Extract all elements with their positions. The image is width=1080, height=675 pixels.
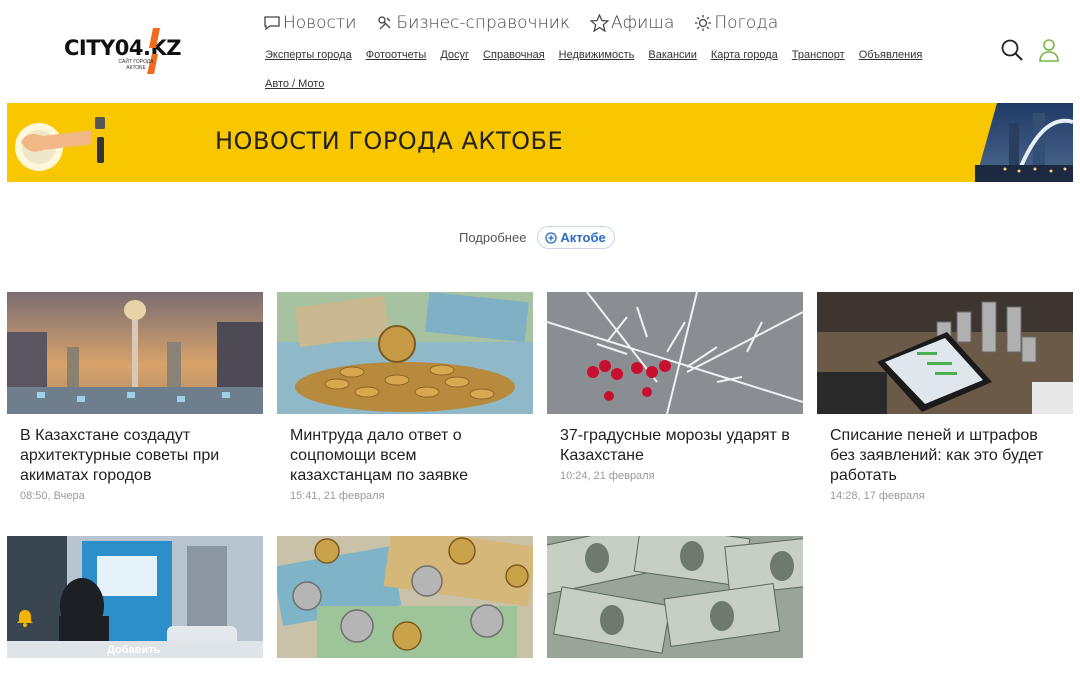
- star-icon: [590, 14, 610, 32]
- subnav-real-estate[interactable]: Недвижимость: [559, 48, 635, 63]
- terminal-photo: [7, 536, 263, 658]
- bell-icon[interactable]: [15, 608, 35, 628]
- news-date: 15:41, 21 февраля: [290, 490, 385, 502]
- nav-business[interactable]: Бизнес-справочник: [376, 13, 570, 33]
- filter-row: Подробнее Актобе: [459, 226, 615, 249]
- news-card[interactable]: Добавить: [7, 536, 263, 658]
- sun-icon: [695, 15, 712, 31]
- nav-news[interactable]: Новости: [263, 13, 356, 33]
- nav-afisha[interactable]: Афиша: [590, 13, 674, 33]
- plus-circle-icon: [545, 231, 558, 244]
- logo-subtitle: сайт города актобе: [118, 59, 154, 71]
- logo-text: CITY04.KZ: [64, 36, 181, 60]
- news-title[interactable]: 37-градусные морозы ударят в Казахстане: [560, 426, 790, 466]
- chat-bubble-icon: [264, 16, 280, 31]
- news-thumb-phone[interactable]: [817, 292, 1073, 414]
- news-card[interactable]: В Казахстане создадут архитектурные сове…: [7, 292, 263, 502]
- banner-title: НОВОСТИ ГОРОДА АКТОБЕ: [215, 127, 564, 155]
- news-title[interactable]: Списание пеней и штрафов без заявлений: …: [830, 426, 1060, 486]
- news-card[interactable]: [277, 536, 533, 658]
- news-title[interactable]: Минтруда дало ответ о соцпомощи всем каз…: [290, 426, 520, 486]
- news-title[interactable]: В Казахстане создадут архитектурные сове…: [20, 426, 250, 486]
- hand-microphone-icon: [15, 117, 113, 171]
- business-icon: [378, 16, 391, 30]
- sub-nav: Эксперты города Фотоотчеты Досуг Справочная…: [265, 45, 965, 103]
- news-card[interactable]: [547, 536, 803, 658]
- nav-afisha-label: Афиша: [611, 13, 675, 33]
- news-card[interactable]: Списание пеней и штрафов без заявлений: …: [817, 292, 1073, 502]
- banknotes-coins-photo: [277, 536, 533, 658]
- dollars-photo: [547, 536, 803, 658]
- news-thumb-frost[interactable]: [547, 292, 803, 414]
- more-label: Подробнее: [459, 230, 527, 245]
- news-date: 14:28, 17 февраля: [830, 490, 925, 502]
- city-chip-label: Актобе: [560, 230, 606, 245]
- nav-weather-label: Погода: [714, 13, 779, 33]
- news-banner[interactable]: НОВОСТИ ГОРОДА АКТОБЕ: [7, 103, 1073, 182]
- site-logo[interactable]: CITY04.KZ сайт города актобе: [62, 26, 188, 78]
- frost-berries-photo: [547, 292, 803, 414]
- news-thumb-astana[interactable]: [7, 292, 263, 414]
- phone-coins-photo: [817, 292, 1073, 414]
- site-header: CITY04.KZ сайт города актобе Новости Биз…: [0, 0, 1080, 100]
- subnav-transport[interactable]: Транспорт: [792, 48, 845, 63]
- coins-photo: [277, 292, 533, 414]
- subnav-photo-reports[interactable]: Фотоотчеты: [366, 48, 427, 63]
- add-badge[interactable]: Добавить: [107, 644, 160, 656]
- subnav-leisure[interactable]: Досуг: [440, 48, 469, 63]
- news-thumb-banknotes[interactable]: [277, 536, 533, 658]
- nav-business-label: Бизнес-справочник: [396, 13, 571, 33]
- user-icon[interactable]: [1038, 38, 1060, 62]
- news-thumb-coins[interactable]: [277, 292, 533, 414]
- subnav-experts[interactable]: Эксперты города: [265, 48, 352, 63]
- news-thumb-dollars[interactable]: [547, 536, 803, 658]
- main-nav: Новости Бизнес-справочник Афиша Погода: [263, 13, 798, 33]
- news-date: 10:24, 21 февраля: [560, 470, 655, 482]
- nav-news-label: Новости: [283, 13, 357, 33]
- subnav-jobs[interactable]: Вакансии: [648, 48, 697, 63]
- astana-photo: [7, 292, 263, 414]
- city-chip-button[interactable]: Актобе: [537, 226, 615, 249]
- news-date: 08:50, Вчера: [20, 490, 85, 502]
- subnav-city-map[interactable]: Карта города: [711, 48, 778, 63]
- news-thumb-terminal[interactable]: Добавить: [7, 536, 263, 658]
- search-icon[interactable]: [1000, 38, 1024, 62]
- subnav-reference[interactable]: Справочная: [483, 48, 545, 63]
- nav-weather[interactable]: Погода: [694, 13, 778, 33]
- subnav-ads[interactable]: Объявления: [859, 48, 923, 63]
- city-night-photo: [975, 103, 1073, 182]
- news-card[interactable]: Минтруда дало ответ о соцпомощи всем каз…: [277, 292, 533, 502]
- news-card[interactable]: 37-градусные морозы ударят в Казахстане …: [547, 292, 803, 482]
- header-actions: [1000, 38, 1060, 62]
- subnav-auto-moto[interactable]: Авто / Мото: [265, 77, 324, 92]
